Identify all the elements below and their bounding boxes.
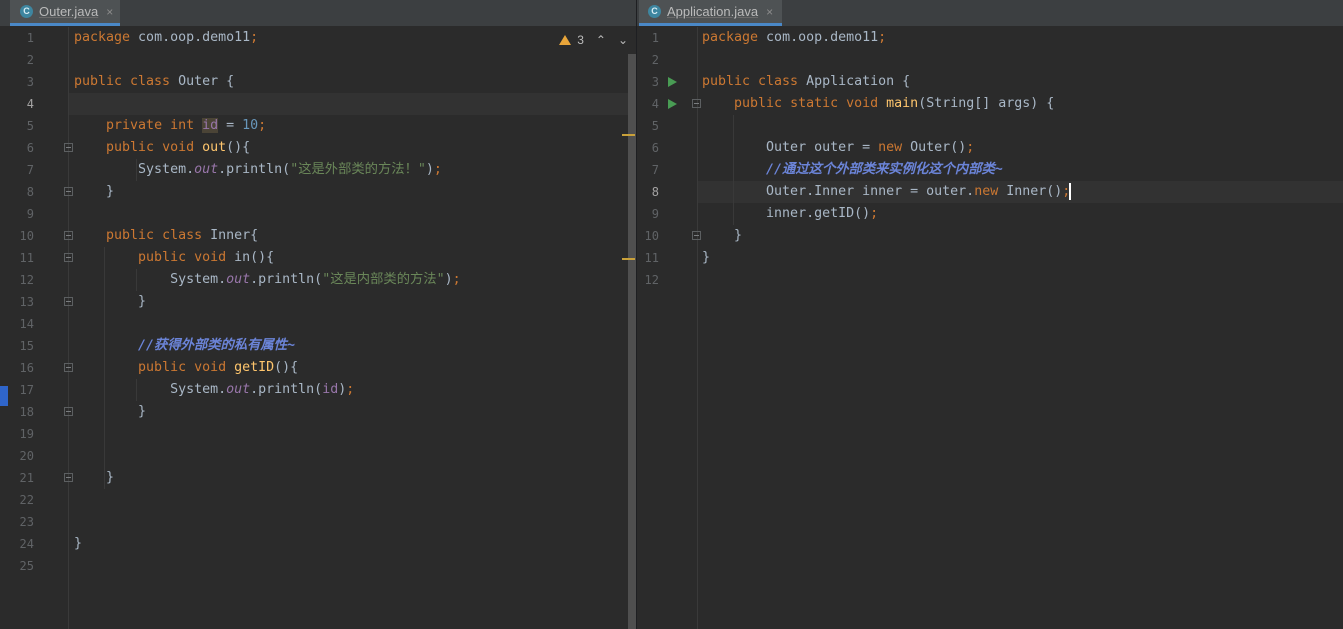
code-line[interactable]: } — [74, 291, 146, 313]
java-class-icon: C — [20, 5, 33, 18]
line-number[interactable]: 23 — [0, 511, 34, 533]
line-number[interactable]: 14 — [0, 313, 34, 335]
inspection-widget[interactable]: 3 ⌃ ⌄ — [559, 33, 628, 47]
line-number[interactable]: 7 — [637, 159, 659, 181]
fold-icon[interactable] — [64, 363, 73, 372]
change-marker — [622, 258, 635, 260]
java-class-icon: C — [648, 5, 661, 18]
close-icon[interactable]: × — [766, 5, 773, 19]
gutter-divider — [697, 27, 698, 629]
run-gutter-icon[interactable] — [668, 77, 677, 87]
code-line[interactable]: public static void main(String[] args) { — [702, 93, 1054, 115]
fold-icon[interactable] — [64, 253, 73, 262]
indent-guide — [68, 115, 69, 137]
code-line[interactable]: public void out(){ — [74, 137, 250, 159]
line-number[interactable]: 21 — [0, 467, 34, 489]
code-line[interactable]: public class Inner{ — [74, 225, 258, 247]
line-number[interactable]: 11 — [637, 247, 659, 269]
code-line[interactable]: } — [702, 247, 710, 269]
line-number[interactable]: 8 — [0, 181, 34, 203]
tab-outer-java[interactable]: C Outer.java × — [10, 0, 120, 26]
line-number[interactable]: 16 — [0, 357, 34, 379]
code-line[interactable]: //通过这个外部类来实例化这个内部类~ — [702, 159, 1003, 181]
code-line[interactable]: public class Application { — [702, 71, 910, 93]
fold-icon[interactable] — [64, 187, 73, 196]
line-number[interactable]: 22 — [0, 489, 34, 511]
code-line[interactable]: private int id = 10; — [74, 115, 266, 137]
fold-icon[interactable] — [64, 143, 73, 152]
tab-label: Outer.java — [39, 4, 99, 19]
line-number[interactable]: 15 — [0, 335, 34, 357]
line-number[interactable]: 12 — [637, 269, 659, 291]
code-line[interactable]: package com.oop.demo11; — [702, 27, 886, 49]
close-icon[interactable]: × — [106, 5, 113, 19]
line-number[interactable]: 25 — [0, 555, 34, 577]
line-number[interactable]: 7 — [0, 159, 34, 181]
right-editor-pane: C Application.java × 1 2 3 4 5 6 7 8 9 10 11 12 pac… — [637, 0, 1343, 629]
tab-label: Application.java — [667, 4, 759, 19]
line-number[interactable]: 9 — [0, 203, 34, 225]
line-number[interactable]: 13 — [0, 291, 34, 313]
line-number[interactable]: 5 — [0, 115, 34, 137]
vertical-scrollbar[interactable] — [628, 54, 636, 629]
fold-icon[interactable] — [64, 231, 73, 240]
code-line[interactable]: Outer.Inner inner = outer.new Inner(); — [702, 181, 1072, 203]
code-line[interactable]: } — [74, 533, 82, 555]
code-line[interactable]: public class Outer { — [74, 71, 234, 93]
code-line[interactable]: } — [74, 401, 146, 423]
line-number[interactable]: 9 — [637, 203, 659, 225]
warning-icon — [559, 35, 572, 45]
code-line[interactable]: //获得外部类的私有属性~ — [74, 335, 295, 357]
current-line-highlight — [69, 93, 628, 115]
line-number[interactable]: 24 — [0, 533, 34, 555]
line-number[interactable]: 19 — [0, 423, 34, 445]
chevron-up-icon[interactable]: ⌃ — [596, 33, 606, 47]
left-tab-bar: C Outer.java × — [0, 0, 636, 27]
right-tab-bar: C Application.java × — [637, 0, 1343, 27]
code-line[interactable]: System.out.println(id); — [74, 379, 354, 401]
line-number[interactable]: 10 — [637, 225, 659, 247]
line-number[interactable]: 2 — [0, 49, 34, 71]
tab-application-java[interactable]: C Application.java × — [639, 0, 782, 26]
code-line[interactable]: public void getID(){ — [74, 357, 298, 379]
text-caret — [1069, 182, 1072, 200]
line-number[interactable]: 1 — [0, 27, 34, 49]
line-number[interactable]: 17 — [0, 379, 34, 401]
line-number[interactable]: 18 — [0, 401, 34, 423]
chevron-down-icon[interactable]: ⌄ — [618, 33, 628, 47]
left-editor-pane: C Outer.java × 1 2 3 4 5 6 7 8 9 10 11 12 13 14 15 16 17… — [0, 0, 636, 629]
warning-count: 3 — [577, 33, 584, 47]
code-line[interactable]: Outer outer = new Outer(); — [702, 137, 974, 159]
line-number[interactable]: 1 — [637, 27, 659, 49]
fold-icon[interactable] — [64, 297, 73, 306]
code-line[interactable]: System.out.println("这是外部类的方法！"); — [74, 159, 442, 181]
line-number[interactable]: 11 — [0, 247, 34, 269]
line-number[interactable]: 4 — [0, 93, 34, 115]
fold-icon[interactable] — [64, 407, 73, 416]
line-number[interactable]: 8 — [637, 181, 659, 203]
run-gutter-icon[interactable] — [668, 99, 677, 109]
code-line[interactable]: public void in(){ — [74, 247, 274, 269]
line-number[interactable]: 3 — [637, 71, 659, 93]
code-line[interactable]: } — [74, 467, 114, 489]
line-number[interactable]: 3 — [0, 71, 34, 93]
fold-icon[interactable] — [64, 473, 73, 482]
code-line[interactable]: inner.getID(); — [702, 203, 878, 225]
line-number[interactable]: 12 — [0, 269, 34, 291]
fold-icon[interactable] — [692, 99, 701, 108]
line-number[interactable]: 6 — [0, 137, 34, 159]
code-line[interactable]: System.out.println("这是内部类的方法"); — [74, 269, 461, 291]
line-number[interactable]: 10 — [0, 225, 34, 247]
line-number[interactable]: 4 — [637, 93, 659, 115]
line-number[interactable]: 5 — [637, 115, 659, 137]
code-line[interactable]: } — [702, 225, 742, 247]
line-number[interactable]: 20 — [0, 445, 34, 467]
change-marker — [622, 134, 635, 136]
code-line[interactable]: } — [74, 181, 114, 203]
line-number[interactable]: 6 — [637, 137, 659, 159]
line-number[interactable]: 2 — [637, 49, 659, 71]
code-line[interactable]: package com.oop.demo11; — [74, 27, 258, 49]
fold-icon[interactable] — [692, 231, 701, 240]
